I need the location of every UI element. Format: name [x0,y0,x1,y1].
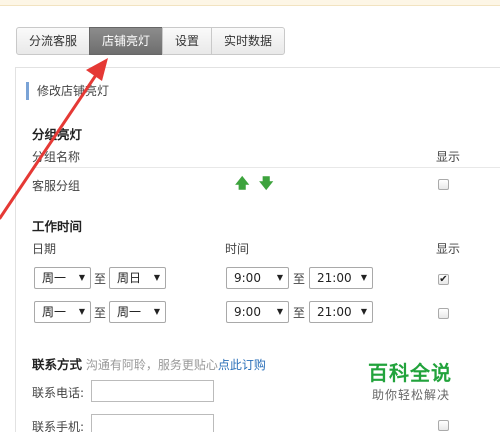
contact-checkbox[interactable] [438,420,449,431]
time-to-value: 21:00 [317,305,352,319]
phone-label: 联系电话: [32,386,85,400]
chevron-down-icon: ▼ [276,273,283,282]
time-to-value: 21:00 [317,271,352,285]
arrow-up-icon[interactable]: 🡅 [235,173,249,197]
day-to-select[interactable]: 周一 ▼ [109,301,166,323]
mobile-input[interactable] [91,414,214,432]
contact-heading: 联系方式 沟通有阿聆，服务更贴心点此订购 [32,354,266,373]
day-to-value: 周一 [117,305,142,319]
day-to-select[interactable]: 周日 ▼ [109,267,166,289]
to-label: 至 [293,306,306,320]
group-show-header: 显示 [436,150,461,164]
day-to-value: 周日 [117,271,142,285]
time-from-value: 9:00 [234,305,261,319]
group-show-checkbox[interactable] [438,179,449,190]
chevron-down-icon: ▼ [153,273,160,282]
tab-settings[interactable]: 设置 [162,27,213,55]
chevron-down-icon: ▼ [276,307,283,316]
phone-input[interactable] [91,380,214,402]
chevron-down-icon: ▼ [78,273,85,282]
group-row-name: 客服分组 [32,179,81,193]
divider [32,167,500,168]
date-header: 日期 [32,242,57,256]
day-from-select[interactable]: 周一 ▼ [34,267,91,289]
work-show-header: 显示 [436,242,461,256]
time-from-select[interactable]: 9:00 ▼ [226,267,289,289]
chevron-down-icon: ▼ [78,307,85,316]
panel-title: 修改店铺亮灯 [26,82,109,100]
watermark-tagline: 助你轻松解决 [372,388,451,402]
day-from-value: 周一 [42,271,67,285]
tab-bar: 分流客服 店铺亮灯 设置 实时数据 [16,27,286,55]
top-notice-strip [0,0,500,6]
tab-shop-lights[interactable]: 店铺亮灯 [89,27,164,55]
arrow-down-icon[interactable]: 🡇 [259,173,273,197]
work-row1-checkbox[interactable]: ✔ [438,274,449,285]
mobile-label: 联系手机: [32,420,85,432]
to-label: 至 [94,272,107,286]
chevron-down-icon: ▼ [153,307,160,316]
day-from-value: 周一 [42,305,67,319]
work-row2-checkbox[interactable] [438,308,449,319]
group-section-title: 分组亮灯 [32,127,83,142]
watermark-brand: 百科全说 [368,361,452,385]
time-to-select[interactable]: 21:00 ▼ [309,301,373,323]
contact-hint: 沟通有阿聆，服务更贴心 [85,358,218,372]
chevron-down-icon: ▼ [360,273,367,282]
time-from-value: 9:00 [234,271,261,285]
order-link[interactable]: 点此订购 [218,358,266,372]
group-name-header: 分组名称 [32,150,81,164]
tab-diversion-service[interactable]: 分流客服 [16,27,91,55]
chevron-down-icon: ▼ [360,307,367,316]
contact-section-title: 联系方式 [32,357,83,372]
time-to-select[interactable]: 21:00 ▼ [309,267,373,289]
work-section-title: 工作时间 [32,219,83,234]
time-header: 时间 [225,242,250,256]
day-from-select[interactable]: 周一 ▼ [34,301,91,323]
to-label: 至 [293,272,306,286]
to-label: 至 [94,306,107,320]
tab-realtime-data[interactable]: 实时数据 [211,27,286,55]
time-from-select[interactable]: 9:00 ▼ [226,301,289,323]
